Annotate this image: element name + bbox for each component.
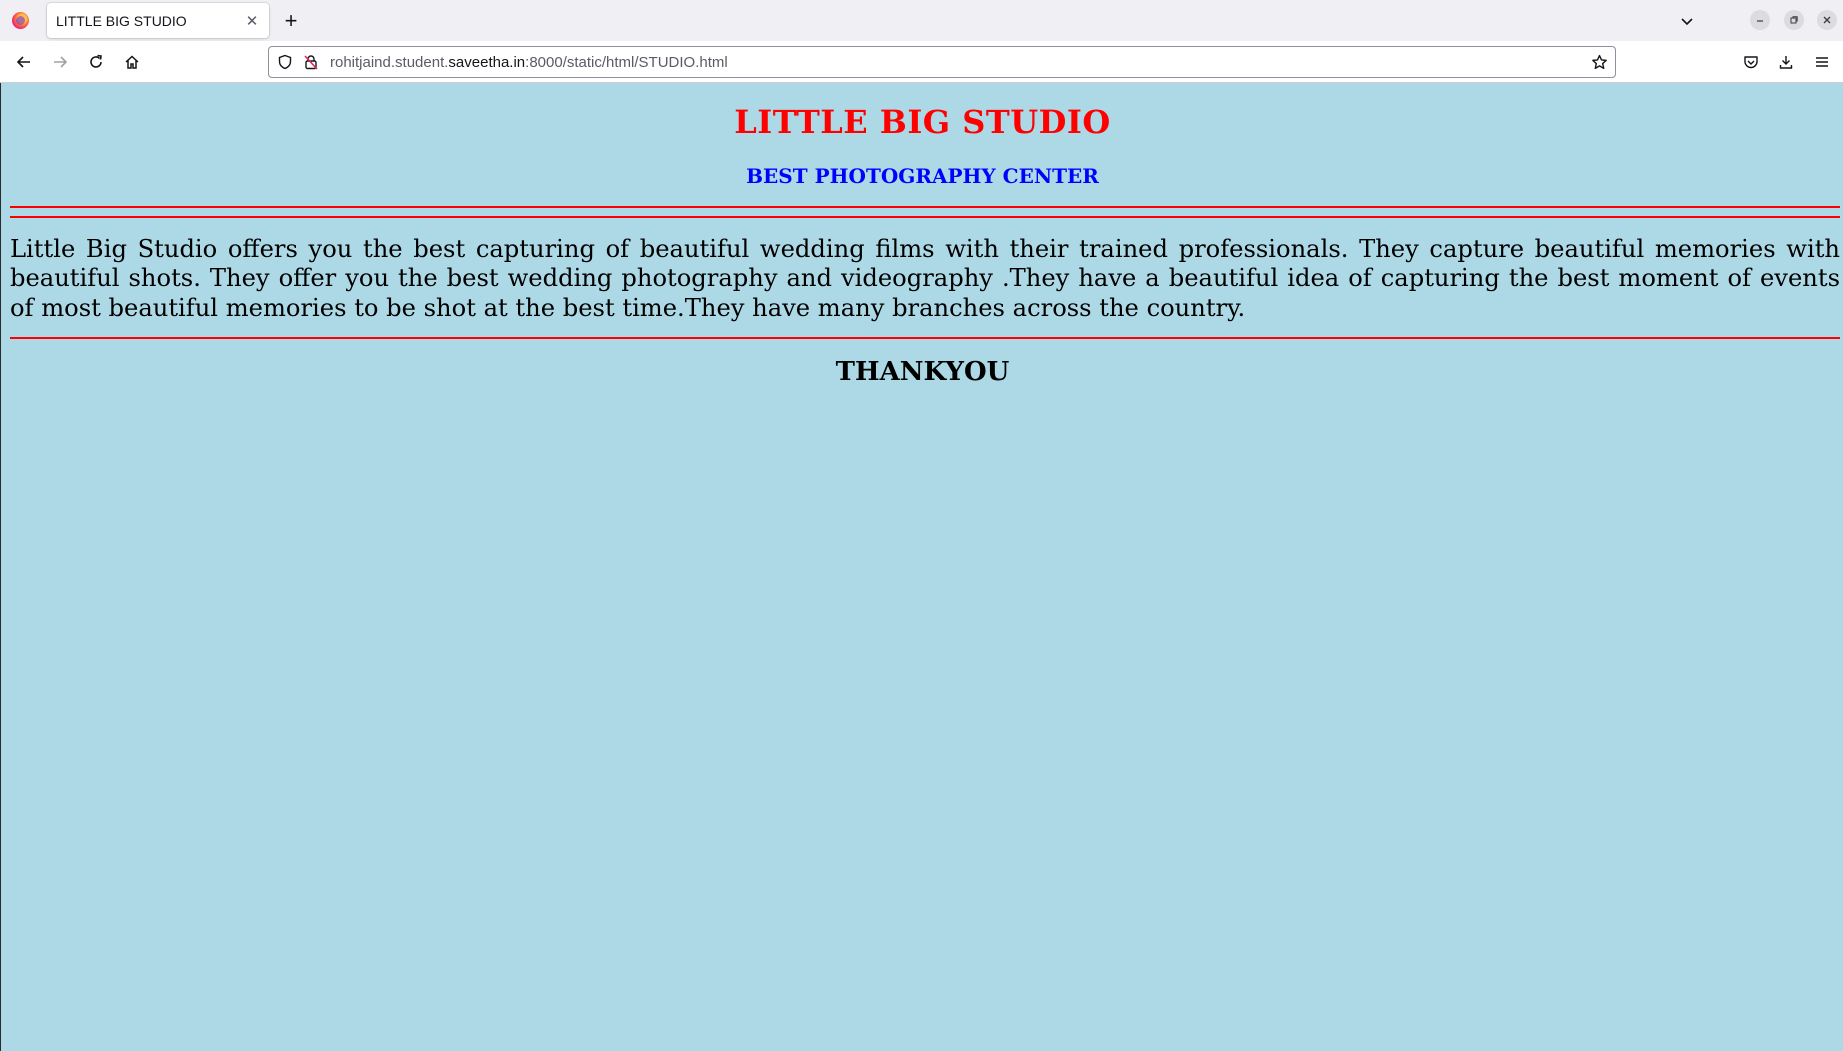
firefox-logo-icon bbox=[12, 12, 29, 29]
arrow-left-icon bbox=[16, 56, 30, 68]
back-button[interactable] bbox=[10, 48, 38, 76]
shield-icon[interactable] bbox=[277, 54, 293, 70]
page-content: LITTLE BIG STUDIO BEST PHOTOGRAPHY CENTE… bbox=[0, 83, 1843, 1051]
divider-top-1 bbox=[10, 206, 1840, 208]
chevron-down-icon bbox=[1681, 18, 1693, 26]
url-host: saveetha.in bbox=[448, 54, 526, 71]
page-subtitle: BEST PHOTOGRAPHY CENTER bbox=[746, 164, 1099, 188]
restore-window-button[interactable] bbox=[1784, 10, 1804, 30]
hamburger-menu-icon bbox=[1816, 57, 1828, 67]
thank-you-text: THANKYOU bbox=[835, 357, 1010, 387]
app-menu-button[interactable] bbox=[1808, 48, 1836, 76]
download-icon bbox=[1779, 56, 1793, 69]
page-title: LITTLE BIG STUDIO bbox=[734, 103, 1111, 141]
browser-tab[interactable]: LITTLE BIG STUDIO ✕ bbox=[47, 3, 269, 38]
divider-top-2 bbox=[10, 216, 1840, 218]
insecure-lock-icon[interactable] bbox=[303, 54, 319, 70]
forward-button[interactable] bbox=[46, 48, 74, 76]
address-bar[interactable]: rohitjaind.student.saveetha.in:8000/stat… bbox=[268, 46, 1616, 78]
divider-bottom bbox=[10, 337, 1840, 339]
minimize-window-button[interactable] bbox=[1750, 10, 1770, 30]
home-icon bbox=[125, 55, 139, 69]
pocket-icon bbox=[1744, 56, 1758, 69]
reload-button[interactable] bbox=[82, 48, 110, 76]
downloads-button[interactable] bbox=[1772, 48, 1800, 76]
reload-icon bbox=[90, 54, 102, 68]
tab-title: LITTLE BIG STUDIO bbox=[56, 12, 187, 29]
pocket-button[interactable] bbox=[1737, 48, 1765, 76]
arrow-right-icon bbox=[54, 56, 68, 68]
new-tab-button[interactable]: + bbox=[278, 8, 304, 34]
close-icon bbox=[1823, 16, 1831, 24]
url-prefix: rohitjaind.student. bbox=[330, 54, 449, 71]
list-all-tabs-button[interactable] bbox=[1674, 8, 1700, 34]
home-button[interactable] bbox=[118, 48, 146, 76]
studio-description: Little Big Studio offers you the best ca… bbox=[10, 235, 1840, 322]
url-suffix: :8000/static/html/STUDIO.html bbox=[525, 54, 728, 71]
star-icon[interactable] bbox=[1591, 54, 1608, 71]
restore-icon bbox=[1790, 16, 1798, 24]
minimize-icon bbox=[1757, 20, 1763, 22]
close-window-button[interactable] bbox=[1817, 10, 1837, 30]
plus-icon: + bbox=[284, 8, 298, 33]
url-text[interactable]: rohitjaind.student.saveetha.in:8000/stat… bbox=[330, 54, 728, 71]
navigation-toolbar: rohitjaind.student.saveetha.in:8000/stat… bbox=[0, 41, 1843, 83]
tab-close-icon[interactable]: ✕ bbox=[240, 9, 264, 33]
tab-strip: LITTLE BIG STUDIO ✕ + bbox=[0, 0, 1843, 41]
